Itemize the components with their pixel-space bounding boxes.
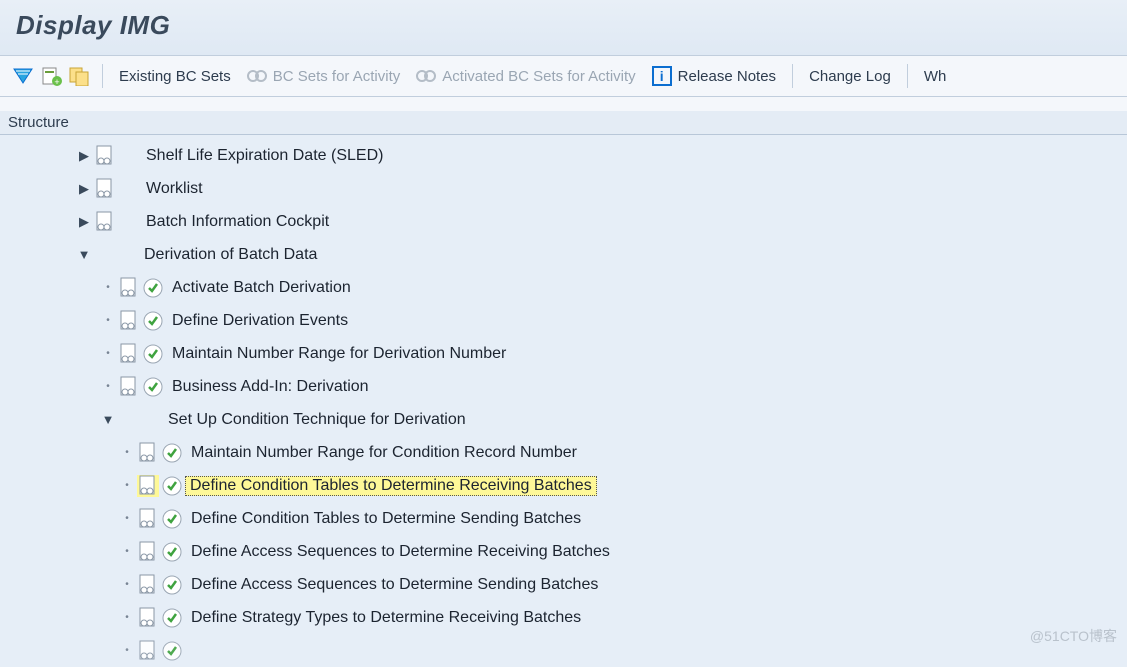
- tree-node-numrange-cond[interactable]: • Maintain Number Range for Condition Re…: [0, 436, 1127, 469]
- tree-node-condtab-recv[interactable]: • Define Condition Tables to Determine R…: [0, 469, 1127, 502]
- leaf-icon: •: [117, 447, 137, 458]
- execute-icon[interactable]: [142, 376, 164, 398]
- where-else-button[interactable]: Wh: [916, 64, 955, 89]
- structure-header: Structure: [0, 111, 1127, 135]
- leaf-icon: •: [117, 546, 137, 557]
- leaf-icon: •: [117, 645, 137, 656]
- change-log-button[interactable]: Change Log: [801, 64, 899, 89]
- tree-label: Set Up Condition Technique for Derivatio…: [162, 411, 466, 429]
- tree-label: Maintain Number Range for Derivation Num…: [166, 345, 506, 363]
- execute-icon[interactable]: [142, 310, 164, 332]
- doc-icon[interactable]: [118, 376, 140, 398]
- execute-icon[interactable]: [142, 343, 164, 365]
- watermark: @51CTO博客: [1030, 626, 1117, 646]
- tree-node-sled[interactable]: ▶ Shelf Life Expiration Date (SLED): [0, 139, 1127, 172]
- tree-label-selected: Define Condition Tables to Determine Rec…: [185, 476, 597, 496]
- toolbar-separator: [907, 64, 908, 88]
- expand-collapse-icon[interactable]: ▶: [74, 214, 94, 230]
- add-favorite-icon[interactable]: +: [38, 64, 64, 88]
- leaf-icon: •: [117, 480, 137, 491]
- tree-node-badi[interactable]: • Business Add-In: Derivation: [0, 370, 1127, 403]
- tree-label: Define Strategy Types to Determine Recei…: [185, 609, 581, 627]
- release-notes-button[interactable]: i Release Notes: [644, 62, 784, 90]
- title-bar: Display IMG: [0, 0, 1127, 56]
- doc-icon[interactable]: [137, 574, 159, 596]
- tree-label: Define Access Sequences to Determine Sen…: [185, 576, 598, 594]
- execute-icon[interactable]: [161, 508, 183, 530]
- leaf-icon: •: [117, 579, 137, 590]
- tree-node-condtech[interactable]: ▼ Set Up Condition Technique for Derivat…: [0, 403, 1127, 436]
- doc-icon[interactable]: [118, 310, 140, 332]
- tree-label: Define Derivation Events: [166, 312, 348, 330]
- tree-node-condtab-send[interactable]: • Define Condition Tables to Determine S…: [0, 502, 1127, 535]
- execute-icon[interactable]: [161, 442, 183, 464]
- collapse-icon[interactable]: ▼: [74, 247, 94, 262]
- doc-icon[interactable]: [94, 145, 116, 167]
- leaf-icon: •: [117, 513, 137, 524]
- tree-node-derivation[interactable]: ▼ Derivation of Batch Data: [0, 238, 1127, 271]
- expand-collapse-icon[interactable]: ▶: [74, 181, 94, 197]
- doc-icon[interactable]: [137, 640, 159, 662]
- tree-node-numrange-deriv[interactable]: • Maintain Number Range for Derivation N…: [0, 337, 1127, 370]
- execute-icon[interactable]: [142, 277, 164, 299]
- leaf-icon: •: [98, 348, 118, 359]
- tree-node-activate[interactable]: • Activate Batch Derivation: [0, 271, 1127, 304]
- bc-sets-activity-button[interactable]: BC Sets for Activity: [239, 64, 409, 89]
- tree-label: Activate Batch Derivation: [166, 279, 351, 297]
- doc-icon[interactable]: [118, 343, 140, 365]
- documents-icon[interactable]: [66, 64, 92, 88]
- tree-node-worklist[interactable]: ▶ Worklist: [0, 172, 1127, 205]
- doc-icon[interactable]: [94, 178, 116, 200]
- page-title: Display IMG: [16, 10, 170, 40]
- tree-label: Worklist: [140, 180, 203, 198]
- existing-bc-sets-button[interactable]: Existing BC Sets: [111, 64, 239, 89]
- toolbar-separator: [102, 64, 103, 88]
- leaf-icon: •: [98, 282, 118, 293]
- doc-icon[interactable]: [137, 607, 159, 629]
- expand-collapse-icon[interactable]: ▶: [74, 148, 94, 164]
- doc-icon[interactable]: [94, 211, 116, 233]
- collapse-icon[interactable]: ▼: [98, 412, 118, 427]
- execute-icon[interactable]: [161, 475, 183, 497]
- execute-icon[interactable]: [161, 574, 183, 596]
- leaf-icon: •: [117, 612, 137, 623]
- tree-label: Define Condition Tables to Determine Sen…: [185, 510, 581, 528]
- toolbar-separator: [792, 64, 793, 88]
- tree-label: Shelf Life Expiration Date (SLED): [140, 147, 383, 165]
- tree-label: Define Access Sequences to Determine Rec…: [185, 543, 610, 561]
- tree-label: Business Add-In: Derivation: [166, 378, 369, 396]
- toolbar: + Existing BC Sets BC Sets for Activity …: [0, 56, 1127, 97]
- execute-icon[interactable]: [161, 541, 183, 563]
- tree-node-bic[interactable]: ▶ Batch Information Cockpit: [0, 205, 1127, 238]
- leaf-icon: •: [98, 381, 118, 392]
- doc-icon[interactable]: [137, 508, 159, 530]
- tree-node-events[interactable]: • Define Derivation Events: [0, 304, 1127, 337]
- doc-icon[interactable]: [137, 475, 159, 497]
- tree-node-strat-recv[interactable]: • Define Strategy Types to Determine Rec…: [0, 601, 1127, 634]
- tree-label: Maintain Number Range for Condition Reco…: [185, 444, 577, 462]
- tree: ▶ Shelf Life Expiration Date (SLED) ▶ Wo…: [0, 135, 1127, 667]
- tree-node-partial: •: [0, 634, 1127, 667]
- tree-node-accseq-recv[interactable]: • Define Access Sequences to Determine R…: [0, 535, 1127, 568]
- execute-icon[interactable]: [161, 607, 183, 629]
- expand-all-icon[interactable]: [10, 64, 36, 88]
- tree-label: Derivation of Batch Data: [138, 246, 317, 264]
- execute-icon[interactable]: [161, 640, 183, 662]
- doc-icon[interactable]: [137, 442, 159, 464]
- tree-label: Batch Information Cockpit: [140, 213, 329, 231]
- activated-bc-sets-button[interactable]: Activated BC Sets for Activity: [408, 64, 643, 89]
- tree-node-accseq-send[interactable]: • Define Access Sequences to Determine S…: [0, 568, 1127, 601]
- doc-icon[interactable]: [137, 541, 159, 563]
- leaf-icon: •: [98, 315, 118, 326]
- svg-text:+: +: [54, 77, 59, 86]
- info-icon: i: [652, 66, 672, 86]
- doc-icon[interactable]: [118, 277, 140, 299]
